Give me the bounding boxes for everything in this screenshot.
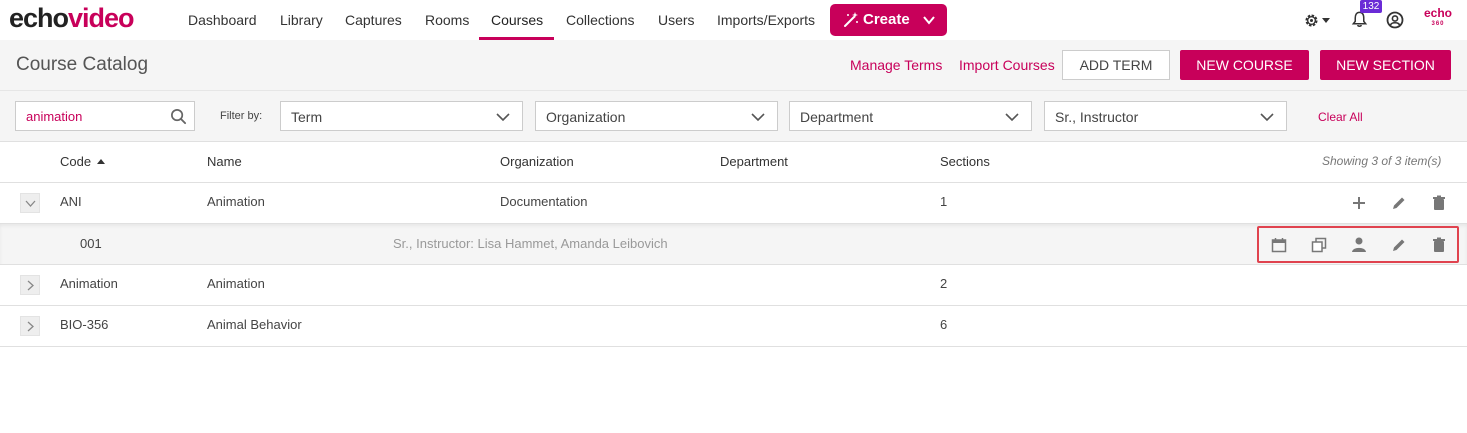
trash-icon[interactable] bbox=[1431, 195, 1447, 211]
chevron-right-icon bbox=[27, 280, 34, 291]
table-row[interactable]: Animation Animation 2 bbox=[0, 264, 1467, 305]
echo360-mark-bottom: 360 bbox=[1431, 21, 1445, 27]
nav-library[interactable]: Library bbox=[280, 12, 323, 28]
nav-users[interactable]: Users bbox=[658, 12, 695, 28]
import-courses-link[interactable]: Import Courses bbox=[959, 57, 1055, 73]
table-row[interactable]: ANI Animation Documentation 1 bbox=[0, 182, 1467, 223]
organization-select[interactable]: Organization bbox=[535, 101, 778, 131]
showing-count: Showing 3 of 3 item(s) bbox=[1322, 154, 1442, 168]
create-button[interactable]: Create bbox=[830, 4, 947, 36]
nav-dashboard[interactable]: Dashboard bbox=[188, 12, 257, 28]
department-select-value: Department bbox=[800, 109, 874, 125]
divider bbox=[0, 346, 1467, 347]
nav-courses[interactable]: Courses bbox=[491, 12, 543, 28]
cell-code: Animation bbox=[60, 276, 118, 291]
logo-video: video bbox=[68, 3, 135, 33]
chevron-down-icon bbox=[1005, 113, 1019, 122]
new-course-button[interactable]: NEW COURSE bbox=[1180, 50, 1309, 80]
search-icon[interactable] bbox=[170, 108, 187, 125]
chevron-down-icon bbox=[923, 16, 935, 25]
echovideo-logo[interactable]: echovideo bbox=[9, 3, 135, 34]
expand-toggle[interactable] bbox=[20, 316, 40, 336]
cell-name: Animation bbox=[207, 276, 265, 291]
chevron-down-icon bbox=[1260, 113, 1274, 122]
column-header-department[interactable]: Department bbox=[720, 154, 788, 169]
new-section-button[interactable]: NEW SECTION bbox=[1320, 50, 1451, 80]
nav-imports-exports[interactable]: Imports/Exports bbox=[717, 12, 815, 28]
chevron-right-icon bbox=[27, 321, 34, 332]
wand-icon bbox=[844, 12, 858, 27]
settings-caret-icon[interactable] bbox=[1322, 18, 1330, 23]
section-row[interactable]: 001 Sr., Instructor: Lisa Hammet, Amanda… bbox=[0, 224, 1467, 265]
column-header-code-label: Code bbox=[60, 154, 92, 169]
notification-badge: 132 bbox=[1360, 0, 1382, 13]
instructor-select[interactable]: Sr., Instructor bbox=[1044, 101, 1287, 131]
sort-ascending-icon bbox=[97, 159, 106, 164]
cell-organization: Documentation bbox=[500, 194, 588, 209]
chevron-down-icon bbox=[751, 113, 765, 122]
clear-all-link[interactable]: Clear All bbox=[1318, 110, 1363, 124]
column-header-organization[interactable]: Organization bbox=[500, 154, 574, 169]
chevron-down-icon bbox=[25, 200, 36, 207]
column-header-sections[interactable]: Sections bbox=[940, 154, 990, 169]
cell-sections: 2 bbox=[940, 276, 948, 291]
filter-by-label: Filter by: bbox=[220, 110, 263, 122]
cell-name: Animation bbox=[207, 194, 265, 209]
collapse-toggle[interactable] bbox=[20, 193, 40, 213]
plus-icon[interactable] bbox=[1351, 195, 1367, 211]
nav-collections[interactable]: Collections bbox=[566, 12, 634, 28]
organization-select-value: Organization bbox=[546, 109, 626, 125]
filter-bar: Filter by: Term Organization Department … bbox=[0, 90, 1467, 142]
search-box bbox=[15, 101, 195, 131]
echo360-mark-top: echo bbox=[1424, 6, 1453, 20]
section-instructors: Sr., Instructor: Lisa Hammet, Amanda Lei… bbox=[393, 236, 668, 251]
page-header: Course Catalog Manage Terms Import Cours… bbox=[0, 40, 1467, 90]
nav-rooms[interactable]: Rooms bbox=[425, 12, 469, 28]
cell-code: ANI bbox=[60, 194, 82, 209]
chevron-down-icon bbox=[496, 113, 510, 122]
manage-terms-link[interactable]: Manage Terms bbox=[850, 57, 942, 73]
instructor-select-value: Sr., Instructor bbox=[1055, 109, 1139, 125]
term-select[interactable]: Term bbox=[280, 101, 523, 131]
top-navigation: echovideo Dashboard Library Captures Roo… bbox=[0, 0, 1467, 40]
page-title: Course Catalog bbox=[16, 54, 149, 75]
column-header-name[interactable]: Name bbox=[207, 154, 242, 169]
echo360-mark: echo 360 bbox=[1424, 6, 1453, 30]
cell-sections: 6 bbox=[940, 317, 948, 332]
create-label: Create bbox=[863, 11, 910, 28]
section-code: 001 bbox=[80, 236, 102, 251]
section-actions-highlight bbox=[1257, 226, 1459, 263]
user-circle-icon[interactable] bbox=[1386, 11, 1404, 29]
add-term-button[interactable]: ADD TERM bbox=[1062, 50, 1170, 80]
logo-echo: echo bbox=[9, 3, 69, 33]
expand-toggle[interactable] bbox=[20, 275, 40, 295]
department-select[interactable]: Department bbox=[789, 101, 1032, 131]
gear-icon[interactable] bbox=[1303, 12, 1320, 29]
column-header-code[interactable]: Code bbox=[60, 154, 106, 169]
table-row[interactable]: BIO-356 Animal Behavior 6 bbox=[0, 305, 1467, 346]
pencil-icon[interactable] bbox=[1391, 195, 1407, 211]
cell-sections: 1 bbox=[940, 194, 948, 209]
cell-code: BIO-356 bbox=[60, 317, 109, 332]
term-select-value: Term bbox=[291, 109, 323, 125]
search-input[interactable] bbox=[16, 102, 166, 130]
cell-name: Animal Behavior bbox=[207, 317, 302, 332]
nav-captures[interactable]: Captures bbox=[345, 12, 402, 28]
